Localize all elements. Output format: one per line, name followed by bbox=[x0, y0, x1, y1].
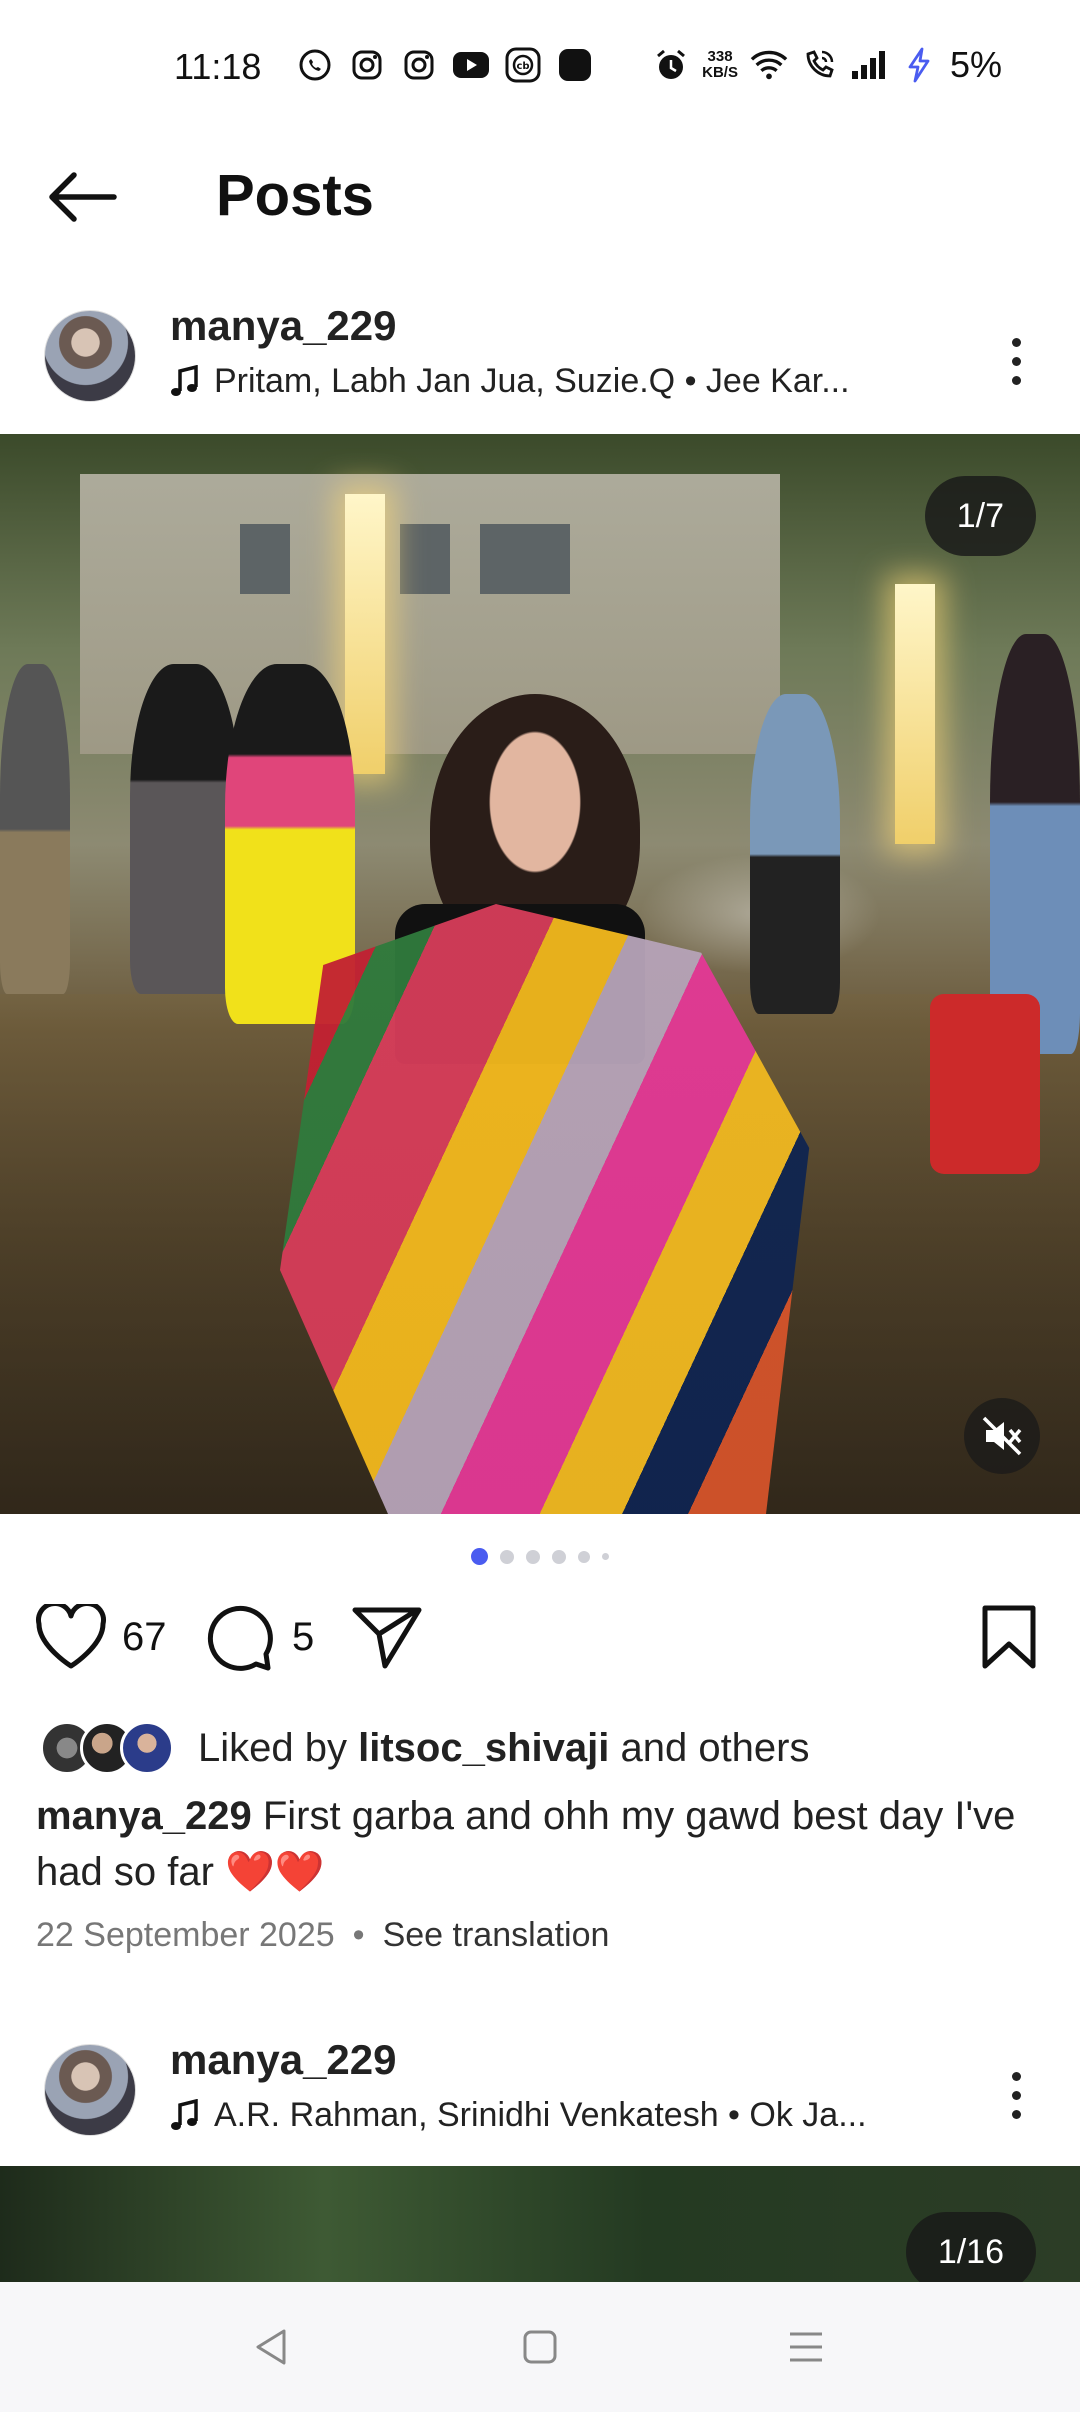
nav-recents-button[interactable] bbox=[776, 2317, 836, 2377]
like-button[interactable] bbox=[34, 1600, 108, 1674]
save-action bbox=[972, 1600, 1046, 1674]
like-count[interactable]: 67 bbox=[122, 1615, 167, 1660]
carousel-indicator bbox=[0, 1548, 1080, 1565]
media-counter: 1/7 bbox=[924, 476, 1036, 556]
comment-icon bbox=[207, 1605, 273, 1671]
carousel-dot bbox=[578, 1550, 590, 1563]
carousel-dot-active bbox=[471, 1548, 488, 1565]
liked-by-row[interactable]: Liked by litsoc_shivaji and others bbox=[40, 1718, 810, 1778]
media-counter: 1/16 bbox=[905, 2212, 1036, 2282]
save-button[interactable] bbox=[972, 1600, 1046, 1674]
music-label: A.R. Rahman, Srinidhi Venkatesh • Ok Ja.… bbox=[214, 2096, 867, 2134]
post-username[interactable]: manya_229 bbox=[170, 302, 397, 350]
system-status-icons: 338 KB/S 5% bbox=[652, 44, 1002, 86]
avatar bbox=[120, 1721, 174, 1775]
music-note-icon bbox=[171, 364, 198, 396]
caption-username[interactable]: manya_229 bbox=[36, 1794, 252, 1838]
share-action bbox=[350, 1600, 424, 1674]
cricbuzz-icon: cb bbox=[504, 46, 542, 84]
charging-icon bbox=[900, 46, 938, 84]
carousel-dot bbox=[552, 1549, 566, 1564]
send-icon bbox=[352, 1607, 422, 1669]
liked-by-prefix: Liked by bbox=[198, 1725, 347, 1770]
net-speed-unit: KB/S bbox=[702, 64, 738, 81]
status-time: 11:18 bbox=[174, 46, 262, 87]
signal-icon bbox=[850, 46, 888, 84]
post-options-button[interactable] bbox=[996, 2060, 1036, 2130]
comment-count[interactable]: 5 bbox=[292, 1615, 314, 1660]
top-app-bar: Posts bbox=[0, 150, 1080, 240]
comment-action: 5 bbox=[204, 1600, 314, 1674]
comment-button[interactable] bbox=[204, 1600, 278, 1674]
post-username[interactable]: manya_229 bbox=[170, 2036, 397, 2084]
carousel-dot bbox=[500, 1549, 514, 1564]
app-icon bbox=[556, 46, 594, 84]
like-action: 67 bbox=[34, 1600, 167, 1674]
share-button[interactable] bbox=[350, 1600, 424, 1674]
post-caption: manya_229 First garba and ohh my gawd be… bbox=[36, 1788, 1046, 1900]
liked-by-suffix: and others bbox=[620, 1725, 810, 1770]
whatsapp-icon bbox=[296, 46, 334, 84]
instagram-icon bbox=[348, 46, 386, 84]
post-media[interactable]: 1/16 bbox=[0, 2166, 1080, 2282]
post-actions: 67 5 bbox=[0, 1600, 1080, 1690]
instagram-icon bbox=[400, 46, 438, 84]
mute-button[interactable] bbox=[964, 1398, 1040, 1474]
system-navigation-bar bbox=[0, 2282, 1080, 2412]
avatar[interactable] bbox=[44, 2044, 136, 2136]
post-music[interactable]: A.R. Rahman, Srinidhi Venkatesh • Ok Ja.… bbox=[170, 2096, 930, 2135]
carousel-dot bbox=[602, 1553, 609, 1560]
post-meta: 22 September 2025 • See translation bbox=[36, 1916, 609, 1955]
meta-separator: • bbox=[352, 1916, 365, 1954]
volume-off-icon bbox=[982, 1416, 1022, 1456]
post-music[interactable]: Pritam, Labh Jan Jua, Suzie.Q • Jee Kar.… bbox=[170, 362, 930, 401]
post-media[interactable]: 1/7 bbox=[0, 434, 1080, 1514]
triangle-back-icon bbox=[256, 2329, 286, 2365]
wifi-icon bbox=[750, 46, 788, 84]
battery-percent: 5% bbox=[949, 44, 1002, 85]
more-vertical-icon bbox=[1011, 337, 1021, 347]
page-title: Posts bbox=[216, 163, 374, 228]
notification-icons: cb bbox=[296, 46, 594, 84]
see-translation-link[interactable]: See translation bbox=[383, 1916, 610, 1955]
carousel-dot bbox=[526, 1549, 540, 1564]
wifi-call-icon bbox=[800, 46, 838, 84]
heart-icon bbox=[36, 1604, 106, 1669]
svg-text:cb: cb bbox=[516, 61, 529, 72]
arrow-left-icon bbox=[49, 172, 117, 222]
liked-by-text: Liked by litsoc_shivaji and others bbox=[198, 1726, 810, 1771]
nav-back-button[interactable] bbox=[242, 2317, 302, 2377]
youtube-icon bbox=[452, 46, 490, 84]
status-bar: 11:18 cb 338 KB/S 5% bbox=[0, 0, 1080, 140]
square-home-icon bbox=[523, 2330, 557, 2364]
net-speed-value: 338 bbox=[707, 48, 733, 65]
post-date: 22 September 2025 bbox=[36, 1916, 335, 1954]
post-header: manya_229 Pritam, Labh Jan Jua, Suzie.Q … bbox=[0, 300, 1080, 420]
music-note-icon bbox=[171, 2098, 198, 2130]
bookmark-icon bbox=[982, 1605, 1036, 1669]
avatar[interactable] bbox=[44, 310, 136, 402]
more-vertical-icon bbox=[1011, 2071, 1021, 2081]
alarm-icon bbox=[652, 46, 690, 84]
nav-home-button[interactable] bbox=[510, 2317, 570, 2377]
music-label: Pritam, Labh Jan Jua, Suzie.Q • Jee Kar.… bbox=[214, 362, 850, 400]
back-button[interactable] bbox=[44, 162, 120, 232]
liked-by-user[interactable]: litsoc_shivaji bbox=[358, 1726, 609, 1770]
menu-lines-icon bbox=[790, 2332, 822, 2362]
post-header: manya_229 A.R. Rahman, Srinidhi Venkates… bbox=[0, 2034, 1080, 2154]
post-options-button[interactable] bbox=[996, 326, 1036, 396]
network-speed: 338 KB/S bbox=[702, 49, 738, 81]
